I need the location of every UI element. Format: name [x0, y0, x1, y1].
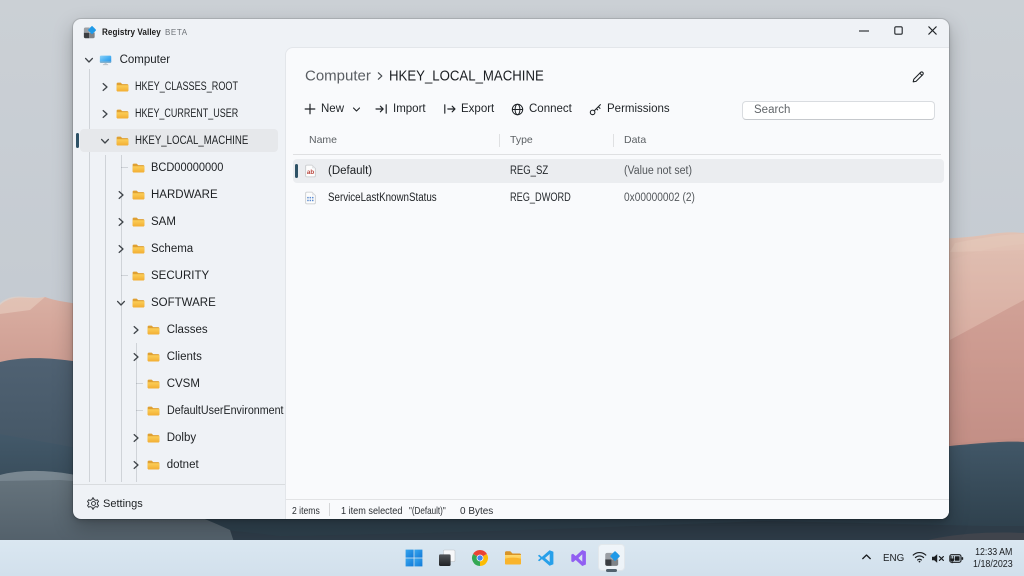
- svg-text:ab: ab: [307, 169, 314, 176]
